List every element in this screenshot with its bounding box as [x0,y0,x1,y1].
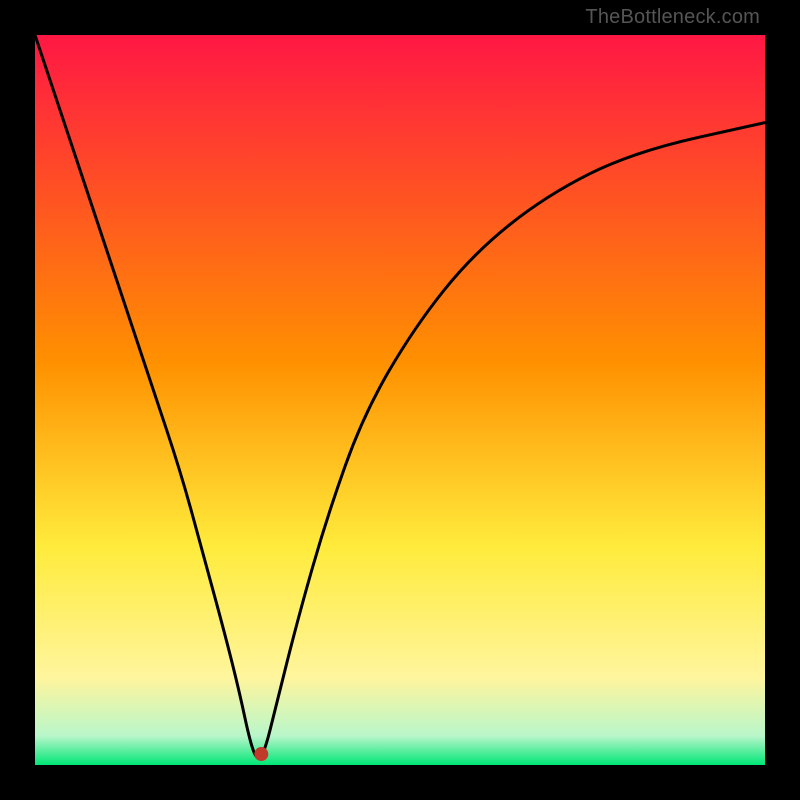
gradient-background [35,35,765,765]
optimal-point-marker [254,747,268,761]
chart-plot-area [35,35,765,765]
watermark-text: TheBottleneck.com [585,6,760,29]
chart-svg [35,35,765,765]
outer-frame: TheBottleneck.com [0,0,800,800]
